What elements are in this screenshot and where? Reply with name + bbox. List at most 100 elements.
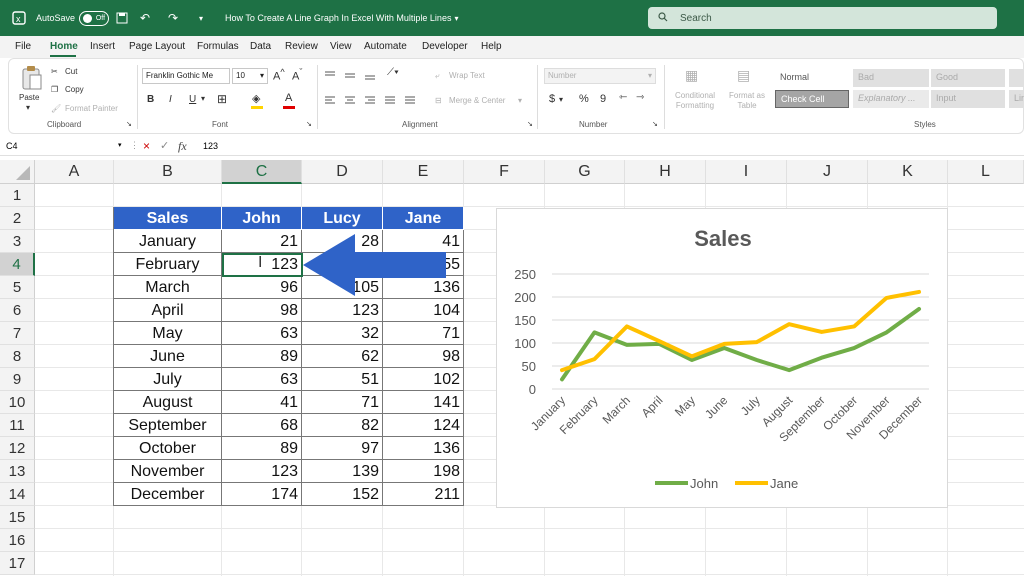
underline-dropdown-icon[interactable]: ▾ <box>201 94 205 103</box>
row-header-13[interactable]: 13 <box>0 460 35 483</box>
value-cell[interactable]: 68 <box>222 414 302 437</box>
month-cell[interactable]: May <box>114 322 222 345</box>
value-cell[interactable]: 63 <box>222 322 302 345</box>
value-cell[interactable]: 32 <box>302 322 383 345</box>
borders-icon[interactable]: ⊞ <box>217 92 227 106</box>
value-cell[interactable]: 136 <box>383 437 464 460</box>
tab-help[interactable]: Help <box>481 41 502 52</box>
format-as-table-button[interactable]: Format as Table <box>725 91 769 111</box>
insert-function-icon[interactable]: fx <box>178 139 187 154</box>
value-cell[interactable]: 98 <box>383 345 464 368</box>
style-explanatory[interactable]: Explanatory ... <box>853 90 929 108</box>
paste-button[interactable]: Paste <box>19 93 39 102</box>
row-header-5[interactable]: 5 <box>0 276 35 299</box>
value-cell[interactable]: 96 <box>222 276 302 299</box>
column-header-f[interactable]: F <box>464 160 545 184</box>
style-input[interactable]: Input <box>931 90 1005 108</box>
cut-button[interactable]: Cut <box>65 67 77 76</box>
month-cell[interactable]: August <box>114 391 222 414</box>
font-color-icon[interactable]: A <box>285 92 292 104</box>
style-bad[interactable]: Bad <box>853 69 929 87</box>
cancel-icon[interactable]: × <box>143 139 150 153</box>
value-cell[interactable]: 97 <box>302 437 383 460</box>
value-cell[interactable]: 62 <box>302 345 383 368</box>
tab-page-layout[interactable]: Page Layout <box>129 41 185 52</box>
row-header-8[interactable]: 8 <box>0 345 35 368</box>
column-header-g[interactable]: G <box>545 160 625 184</box>
table-header-cell[interactable]: Sales <box>114 207 222 230</box>
percent-button[interactable]: % <box>579 93 589 105</box>
paste-dropdown-icon[interactable]: ▾ <box>26 103 30 112</box>
style-check-cell[interactable]: Check Cell <box>775 90 849 108</box>
row-header-14[interactable]: 14 <box>0 483 35 506</box>
style-neutral[interactable] <box>1009 69 1024 87</box>
customize-toolbar-icon[interactable]: ▾ <box>199 0 203 36</box>
font-launcher-icon[interactable]: ↘ <box>306 120 312 128</box>
document-title[interactable]: How To Create A Line Graph In Excel With… <box>225 0 458 36</box>
value-cell[interactable]: 123 <box>222 460 302 483</box>
merge-dropdown-icon[interactable]: ▾ <box>518 96 522 105</box>
row-header-2[interactable]: 2 <box>0 207 35 230</box>
value-cell[interactable]: 41 <box>222 391 302 414</box>
value-cell[interactable]: 198 <box>383 460 464 483</box>
wrap-text-icon[interactable]: ⤶ <box>435 71 439 81</box>
value-cell[interactable]: 139 <box>302 460 383 483</box>
value-cell[interactable]: 152 <box>302 483 383 506</box>
row-header-9[interactable]: 9 <box>0 368 35 391</box>
month-cell[interactable]: November <box>114 460 222 483</box>
month-cell[interactable]: December <box>114 483 222 506</box>
row-header-3[interactable]: 3 <box>0 230 35 253</box>
line-chart[interactable]: Sales 250 200 150 100 50 0 January February March… <box>496 208 948 508</box>
row-header-10[interactable]: 10 <box>0 391 35 414</box>
bold-button[interactable]: B <box>147 94 154 105</box>
conditional-formatting-button[interactable]: Conditional Formatting <box>669 91 721 111</box>
column-header-k[interactable]: K <box>868 160 948 184</box>
cut-icon[interactable]: ✂ <box>51 67 58 76</box>
save-icon[interactable] <box>116 0 128 36</box>
tab-formulas[interactable]: Formulas <box>197 41 239 52</box>
number-format-combo[interactable]: Number ▾ <box>544 68 656 84</box>
currency-button[interactable]: $ <box>549 93 555 105</box>
tab-data[interactable]: Data <box>250 41 271 52</box>
comma-button[interactable]: 9 <box>600 93 606 105</box>
merge-center-icon[interactable]: ⊟ <box>435 96 442 105</box>
month-cell[interactable]: April <box>114 299 222 322</box>
active-cell-c4[interactable] <box>222 253 303 277</box>
value-cell[interactable]: 63 <box>222 368 302 391</box>
column-header-j[interactable]: J <box>787 160 868 184</box>
decrease-decimal-icon[interactable]: ⇾ <box>636 92 644 103</box>
month-cell[interactable]: September <box>114 414 222 437</box>
italic-button[interactable]: I <box>169 94 172 105</box>
font-name-combo[interactable]: Franklin Gothic Me <box>142 68 230 84</box>
column-header-b[interactable]: B <box>114 160 222 184</box>
tab-insert[interactable]: Insert <box>90 41 115 52</box>
search-input[interactable]: Search <box>648 7 997 29</box>
value-cell[interactable]: 123 <box>302 299 383 322</box>
month-cell[interactable]: June <box>114 345 222 368</box>
style-good[interactable]: Good <box>931 69 1005 87</box>
tab-developer[interactable]: Developer <box>422 41 468 52</box>
decrease-font-icon[interactable]: Aˇ <box>292 67 302 83</box>
format-painter-button[interactable]: Format Painter <box>65 104 118 113</box>
column-header-e[interactable]: E <box>383 160 464 184</box>
value-cell[interactable]: 82 <box>302 414 383 437</box>
fill-color-icon[interactable]: ◈ <box>252 92 260 105</box>
table-header-cell[interactable]: Lucy <box>302 207 383 230</box>
month-cell[interactable]: October <box>114 437 222 460</box>
column-header-l[interactable]: L <box>948 160 1024 184</box>
column-header-i[interactable]: I <box>706 160 787 184</box>
undo-icon[interactable]: ↶ <box>140 0 150 36</box>
paste-icon[interactable] <box>21 65 43 96</box>
column-header-d[interactable]: D <box>302 160 383 184</box>
number-launcher-icon[interactable]: ↘ <box>652 120 658 128</box>
row-header-7[interactable]: 7 <box>0 322 35 345</box>
copy-button[interactable]: Copy <box>65 85 84 94</box>
row-header-4[interactable]: 4 <box>0 253 35 276</box>
redo-icon[interactable]: ↷ <box>168 0 178 36</box>
value-cell[interactable]: 211 <box>383 483 464 506</box>
enter-icon[interactable]: ✓ <box>160 139 169 152</box>
value-cell[interactable]: 89 <box>222 437 302 460</box>
value-cell[interactable]: 98 <box>222 299 302 322</box>
conditional-formatting-icon[interactable]: ▦ <box>685 67 698 84</box>
font-size-combo[interactable]: 10 ▾ <box>232 68 268 84</box>
